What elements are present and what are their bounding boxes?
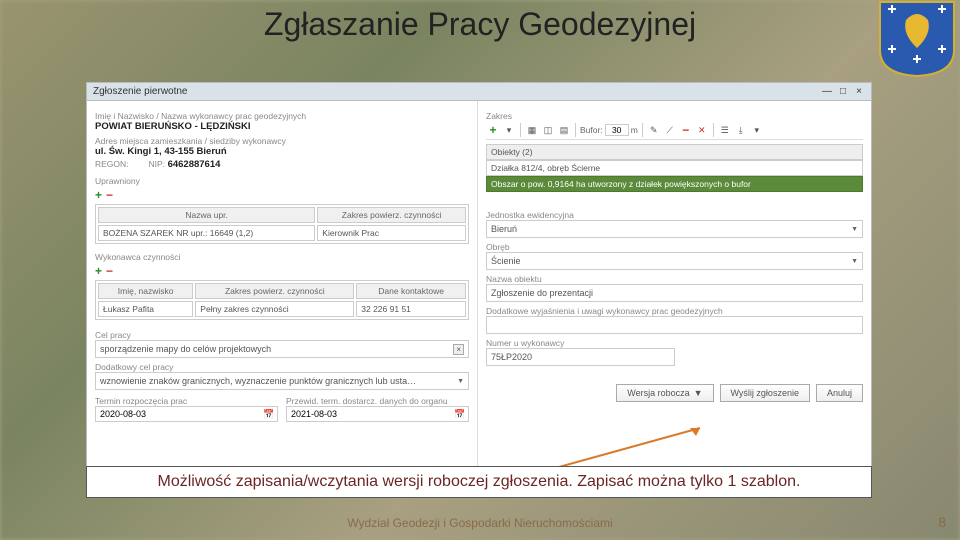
nip-label: NIP: [149, 159, 166, 169]
cancel-button[interactable]: Anuluj [816, 384, 863, 402]
add-icon[interactable]: + [95, 264, 102, 278]
col-nazwa: Nazwa upr. [98, 207, 315, 223]
list-icon[interactable]: ☰ [718, 123, 732, 137]
cel-label: Cel pracy [95, 330, 469, 340]
numer-input[interactable]: 75ŁP2020 [486, 348, 675, 366]
delete-icon[interactable]: ✕ [695, 123, 709, 137]
obreb-select[interactable]: Ścienie▼ [486, 252, 863, 270]
crest-logo [878, 0, 956, 78]
bufor-label: Bufor: [580, 125, 603, 135]
export-icon[interactable]: ⤓ [734, 123, 748, 137]
chart-icon[interactable]: ◫ [541, 123, 555, 137]
footer-text: Wydział Geodezji i Gospodarki Nieruchomo… [0, 516, 960, 530]
address-value: ul. Św. Kingi 1, 43-155 Bieruń [95, 146, 469, 157]
uwagi-label: Dodatkowe wyjaśnienia i uwagi wykonawcy … [486, 306, 863, 316]
date-start-input[interactable]: 📅 [95, 406, 278, 422]
maximize-icon[interactable]: □ [837, 86, 849, 98]
table-row[interactable]: BOŻENA SZAREK NR upr.: 16649 (1,2)Kierow… [98, 225, 466, 241]
arrow-down-icon[interactable]: ▾ [502, 123, 516, 137]
doc-icon[interactable]: ▤ [557, 123, 571, 137]
remove-icon[interactable]: − [679, 123, 693, 137]
object-row[interactable]: Działka 812/4, obręb Ścierne [486, 160, 863, 176]
add-icon[interactable]: + [486, 123, 500, 137]
wykonawca-table: Imię, nazwiskoZakres powierz. czynnościD… [95, 280, 469, 320]
page-number: 8 [938, 514, 946, 530]
date-end-label: Przewid. term. dostarcz. danych do organ… [286, 396, 469, 406]
nazwa-input[interactable]: Zgłoszenie do prezentacji [486, 284, 863, 302]
wykonawca-label: Wykonawca czynności [95, 252, 469, 262]
zakres-label: Zakres [486, 111, 863, 121]
tool-icon[interactable]: ✎ [647, 123, 661, 137]
clear-icon[interactable]: × [453, 344, 464, 355]
bufor-unit: m [631, 125, 638, 135]
obreb-label: Obręb [486, 242, 863, 252]
draft-button[interactable]: Wersja robocza▼ [616, 384, 713, 402]
ruler-icon[interactable]: ⟋ [663, 123, 677, 137]
chevron-down-icon: ▼ [851, 258, 858, 265]
add-icon[interactable]: + [95, 188, 102, 202]
uprawniony-table: Nazwa upr.Zakres powierz. czynności BOŻE… [95, 204, 469, 244]
jednostka-select[interactable]: Bieruń▼ [486, 220, 863, 238]
right-panel: Zakres + ▾ ▦ ◫ ▤ Bufor: m ✎ ⟋ − ✕ ☰ ⤓ [478, 101, 871, 477]
dodatkowy-label: Dodatkowy cel pracy [95, 362, 469, 372]
chevron-down-icon: ▼ [457, 378, 464, 385]
arrow-down-icon[interactable]: ▾ [750, 123, 764, 137]
window-titlebar: Zgłoszenie pierwotne — □ × [87, 83, 871, 101]
table-row[interactable]: Łukasz PafitaPełny zakres czynności32 22… [98, 301, 466, 317]
regon-label: REGON: [95, 159, 129, 169]
address-label: Adres miejsca zamieszkania / siedziby wy… [95, 136, 469, 146]
send-button[interactable]: Wyślij zgłoszenie [720, 384, 810, 402]
date-end-input[interactable]: 📅 [286, 406, 469, 422]
calendar-icon[interactable]: 📅 [452, 409, 468, 420]
executor-name: POWIAT BIERUŃSKO - LĘDZIŃSKI [95, 121, 469, 132]
nazwa-label: Nazwa obiektu [486, 274, 863, 284]
executor-label: Imię i Nazwisko / Nazwa wykonawcy prac g… [95, 111, 469, 121]
cel-input[interactable]: sporządzenie mapy do celów projektowych× [95, 340, 469, 358]
obiekty-header: Obiekty (2) [486, 144, 863, 160]
uprawniony-label: Uprawniony [95, 176, 469, 186]
zakres-toolbar: + ▾ ▦ ◫ ▤ Bufor: m ✎ ⟋ − ✕ ☰ ⤓ ▾ [486, 121, 863, 140]
jednostka-label: Jednostka ewidencyjna [486, 210, 863, 220]
page-title: Zgłaszanie Pracy Geodezyjnej [0, 6, 960, 43]
object-selected[interactable]: Obszar o pow. 0,9164 ha utworzony z dzia… [486, 176, 863, 192]
uwagi-input[interactable] [486, 316, 863, 334]
dodatkowy-select[interactable]: wznowienie znaków granicznych, wyznaczen… [95, 372, 469, 390]
window-title: Zgłoszenie pierwotne [93, 86, 188, 97]
close-icon[interactable]: × [853, 86, 865, 98]
remove-icon[interactable]: − [106, 264, 113, 278]
chevron-down-icon: ▼ [694, 388, 703, 398]
remove-icon[interactable]: − [106, 188, 113, 202]
left-panel: Imię i Nazwisko / Nazwa wykonawcy prac g… [87, 101, 478, 477]
grid-icon[interactable]: ▦ [525, 123, 539, 137]
dialog-window: Zgłoszenie pierwotne — □ × Imię i Nazwis… [86, 82, 872, 478]
date-start-label: Termin rozpoczęcia prac [95, 396, 278, 406]
callout-box: Możliwość zapisania/wczytania wersji rob… [86, 466, 872, 498]
col-zakres: Zakres powierz. czynności [317, 207, 466, 223]
nip-value: 6462887614 [168, 159, 221, 170]
calendar-icon[interactable]: 📅 [261, 409, 277, 420]
bufor-input[interactable] [605, 124, 629, 136]
minimize-icon[interactable]: — [821, 86, 833, 98]
chevron-down-icon: ▼ [851, 226, 858, 233]
numer-label: Numer u wykonawcy [486, 338, 863, 348]
